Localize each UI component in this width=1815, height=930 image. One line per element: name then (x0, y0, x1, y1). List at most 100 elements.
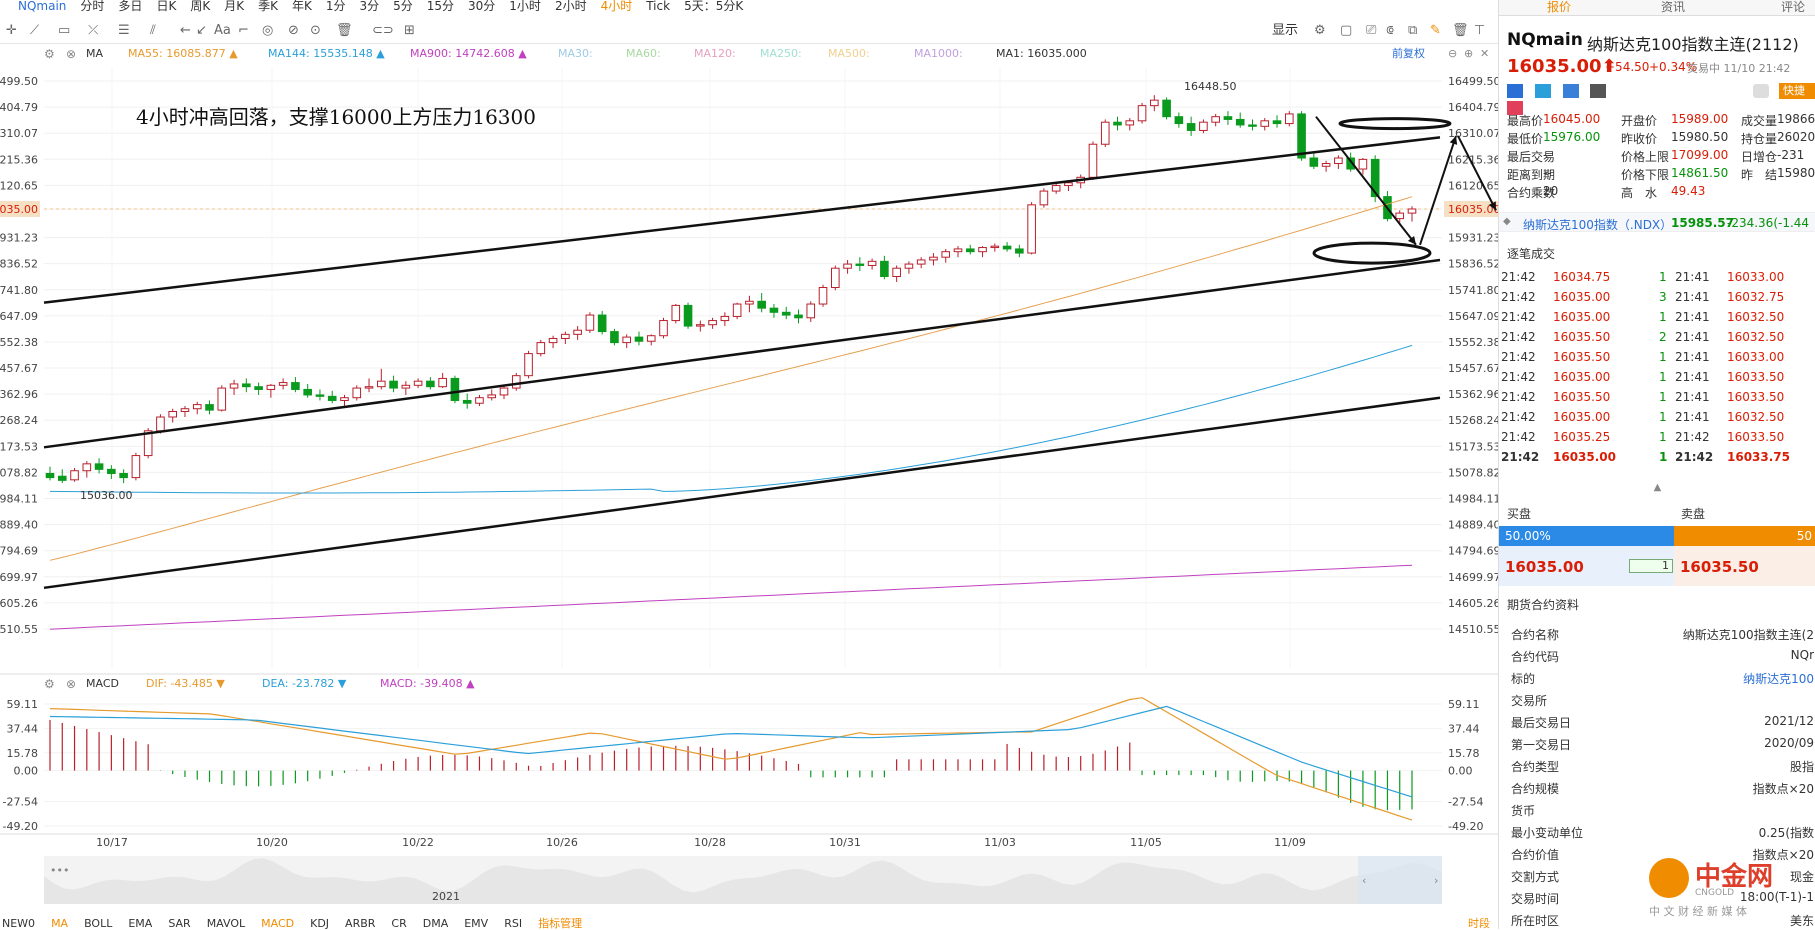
indicator-3[interactable]: EMA (128, 917, 152, 930)
candle-body (511, 375, 521, 389)
period-10[interactable]: 15分 (427, 0, 454, 13)
period-15[interactable]: Tick (646, 0, 670, 13)
ma55-line (49, 196, 1413, 561)
tab-news[interactable]: 资讯 (1661, 0, 1685, 14)
collapse-icon[interactable]: ▲ (1499, 482, 1815, 494)
period-12[interactable]: 1小时 (509, 0, 541, 13)
quote-key: 最高价 (1507, 114, 1544, 128)
indicator-12[interactable]: RSI (504, 917, 522, 930)
indicator-5[interactable]: MAVOL (207, 917, 245, 930)
period-13[interactable]: 2小时 (555, 0, 587, 13)
lock-icon[interactable]: ⊙ (310, 22, 321, 40)
ask-box[interactable]: 16035.50 (1674, 546, 1815, 586)
shape-tool-icon[interactable]: ⌐ (238, 22, 249, 40)
info-value: 0.25(指数 (1758, 826, 1814, 840)
period-4[interactable]: 月K (224, 0, 244, 13)
redo-icon[interactable]: ↙ (196, 22, 207, 40)
parallel-tool-icon[interactable]: ☰ (118, 22, 130, 40)
eye-icon[interactable]: ◎ (262, 22, 273, 40)
candle-body (990, 245, 1000, 249)
hide-icon[interactable]: ⊘ (288, 22, 299, 40)
quote-row: 最后交易 -- 价格上限 17099.00 日增仓 -231 (1499, 148, 1815, 166)
link-icon[interactable]: ⊂⊃ (372, 22, 394, 40)
candle-body (892, 267, 901, 277)
layout-icon[interactable]: ▢ (1340, 22, 1352, 40)
indicator-4[interactable]: SAR (168, 917, 190, 930)
quick-trade-button[interactable]: 快捷 (1779, 83, 1815, 99)
text-tool-icon[interactable]: Aa (214, 22, 231, 40)
nav-left-icon: ‹ (1362, 874, 1366, 887)
indicator-6[interactable]: MACD (261, 917, 294, 930)
navigator-window[interactable] (1358, 856, 1442, 904)
period-5[interactable]: 季K (258, 0, 278, 13)
period-6[interactable]: 年K (292, 0, 312, 13)
channel-tool-icon[interactable]: ⫽ (150, 22, 156, 40)
undo-icon[interactable]: ← (180, 22, 191, 40)
candle-body (217, 387, 227, 411)
macd-left-axis-label: -27.54 (3, 796, 38, 809)
channel-middle-line (43, 258, 1441, 449)
period-7[interactable]: 1分 (326, 0, 346, 13)
brush-icon[interactable]: ⟃ (1386, 22, 1394, 40)
display-menu[interactable]: 显示 (1272, 22, 1298, 40)
trade-cell: 21:41 (1675, 410, 1710, 424)
symbol-link[interactable]: NQmain (18, 0, 66, 13)
delete-icon[interactable]: 🗑 (336, 22, 353, 40)
period-3[interactable]: 周K (190, 0, 210, 13)
indicator-9[interactable]: CR (391, 917, 406, 930)
candle-body (131, 455, 141, 479)
candle-body (94, 463, 104, 470)
contract-name: 纳斯达克100指数主连(2112) (1587, 35, 1799, 54)
candle-body (953, 248, 963, 253)
rect-tool-icon[interactable]: ▭ (58, 22, 70, 40)
screenshot-icon[interactable]: ⎚ (1366, 22, 1376, 40)
indicator-8[interactable]: ARBR (345, 917, 375, 930)
settings-small-icon[interactable]: ⊞ (404, 22, 415, 40)
trade-cell: 21:42 (1675, 450, 1714, 464)
indicator-0[interactable]: NEW0 (2, 917, 35, 930)
trade-row: 21:42 16035.50 1 21:41 16033.50 (1499, 390, 1815, 410)
info-row: 合约规模 指数点×20 (1499, 780, 1815, 802)
gear-icon[interactable]: ⚙ (1314, 22, 1326, 40)
indicator-1[interactable]: MA (51, 917, 68, 930)
period-16[interactable]: 5天：5分K (684, 0, 743, 13)
info-value[interactable]: 纳斯达克100 (1743, 670, 1814, 687)
index-name[interactable]: 纳斯达克100指数（.NDX） (1523, 216, 1672, 233)
period-0[interactable]: 分时 (80, 0, 104, 13)
trash-icon[interactable]: 🗑 (1452, 22, 1469, 40)
bell-icon[interactable] (1753, 84, 1769, 98)
trade-row: 21:42 16035.00 1 21:41 16032.50 (1499, 410, 1815, 430)
quote-key: 持仓量 (1741, 132, 1778, 146)
indicator-7[interactable]: KDJ (310, 917, 329, 930)
period-11[interactable]: 30分 (468, 0, 495, 13)
trade-cell: 16035.50 (1553, 330, 1611, 344)
session-button[interactable]: 时段 (1468, 918, 1490, 929)
period-1[interactable]: 多日 (118, 0, 142, 13)
bid-box[interactable]: 16035.00 1 (1499, 546, 1674, 586)
line-tool-icon[interactable]: ⟋ (30, 22, 39, 40)
window-icon[interactable]: ⧉ (1408, 22, 1417, 40)
diamond-icon: ◆ (1503, 216, 1511, 227)
indicator-11[interactable]: EMV (464, 917, 488, 930)
period-8[interactable]: 3分 (359, 0, 379, 13)
trade-cell: 16033.75 (1727, 450, 1791, 464)
tab-quote[interactable]: 报价 (1547, 0, 1571, 14)
indicator-2[interactable]: BOLL (84, 917, 112, 930)
fib-tool-icon[interactable]: ⤫ (88, 22, 98, 40)
period-14[interactable]: 4小时 (601, 0, 633, 13)
pen-icon[interactable]: ✎ (1430, 22, 1441, 40)
pin-icon[interactable]: ⊤ (1474, 22, 1485, 40)
candle-body (757, 300, 766, 309)
date-label: 10/17 (96, 836, 128, 849)
indicator-10[interactable]: DMA (423, 917, 449, 930)
period-9[interactable]: 5分 (393, 0, 413, 13)
trade-cell: 21:41 (1675, 270, 1710, 284)
crosshair-icon[interactable]: ✛ (6, 22, 17, 40)
tab-comments[interactable]: 评论 (1781, 0, 1805, 14)
indicator-13[interactable]: 指标管理 (538, 917, 582, 930)
price-chart[interactable]: ⚙ ⊗ MA MA55: 16085.877 ▲ MA144: 15535.148 ▲ M… (0, 44, 1498, 929)
period-2[interactable]: 日K (156, 0, 176, 13)
price-axis-label: 14984.11 (1448, 493, 1498, 506)
info-value: 纳斯达克100指数主连(2 (1682, 628, 1814, 642)
trade-cell: 21:42 (1501, 330, 1536, 344)
